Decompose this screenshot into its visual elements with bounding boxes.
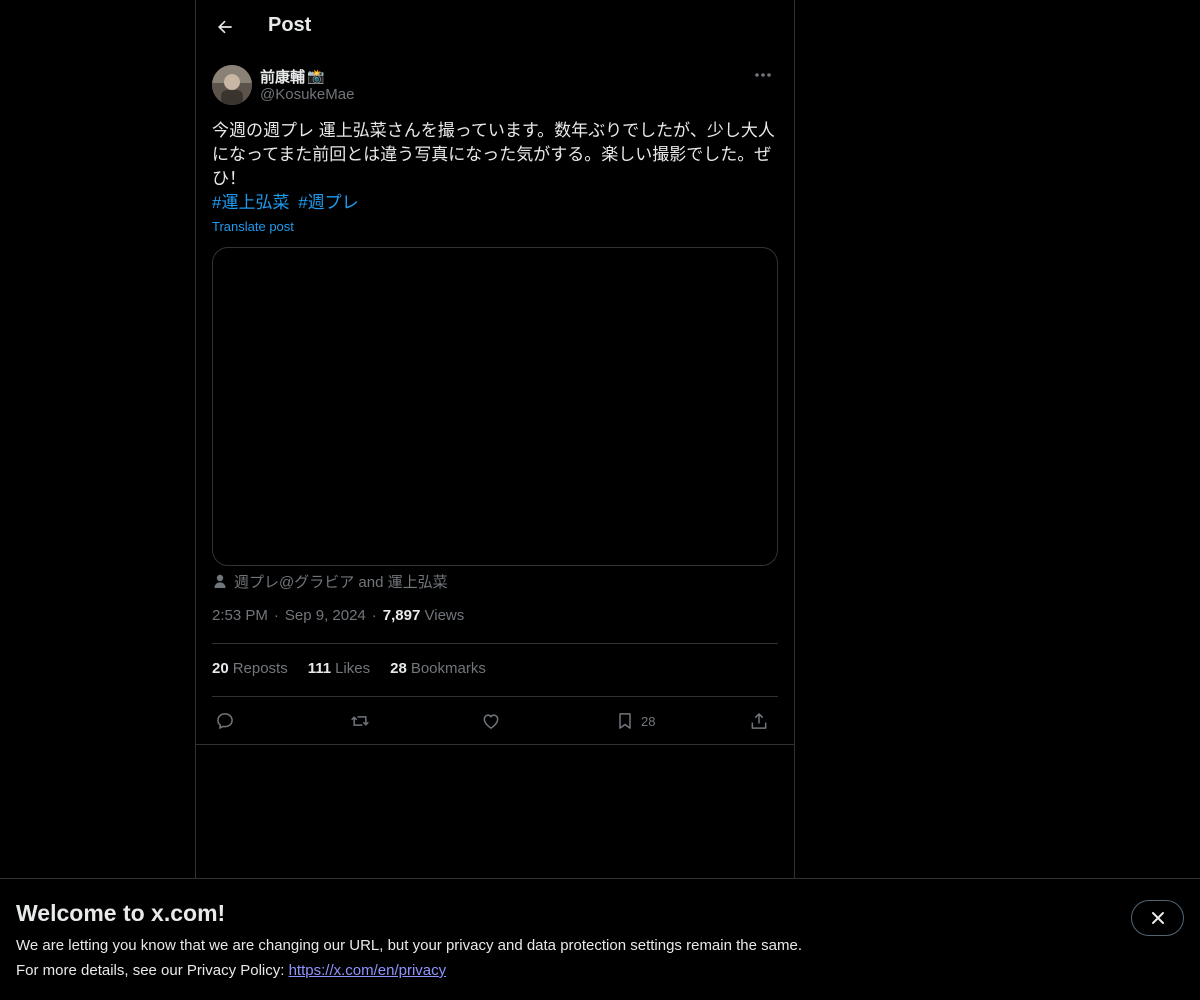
page-title: Post [268, 14, 312, 36]
banner-title: Welcome to x.com! [16, 900, 226, 926]
camera-emoji: 📸 [307, 68, 325, 84]
arrow-left-icon [218, 20, 232, 34]
back-button[interactable] [210, 12, 240, 42]
bookmark-button[interactable]: 28 [615, 706, 655, 736]
banner-privacy-text: For more details, see our Privacy Policy… [16, 962, 289, 979]
tagged-users[interactable]: 週プレ@グラビア and 運上弘菜 [212, 571, 448, 591]
post-media[interactable] [212, 247, 778, 566]
bookmarks-stat[interactable]: 28 Bookmarks [390, 660, 486, 677]
avatar-image [212, 65, 252, 105]
bookmarks-label: Bookmarks [410, 660, 486, 677]
like-icon [483, 714, 499, 729]
reply-icon [217, 713, 233, 729]
meta-separator: · [273, 607, 279, 624]
post-actions: 28 [212, 706, 778, 736]
close-icon [1151, 912, 1164, 924]
banner-message: We are letting you know that we are chan… [16, 937, 802, 954]
share-button[interactable] [749, 706, 769, 736]
meta-separator: · [371, 607, 377, 624]
likes-label: Likes [335, 660, 371, 677]
post-hashtags: #運上弘菜 #週プレ [212, 191, 363, 215]
more-options-button[interactable] [748, 64, 778, 86]
repost-icon [351, 716, 369, 726]
avatar[interactable] [212, 65, 252, 105]
welcome-banner: Welcome to x.com! We are letting you kno… [0, 878, 1200, 1000]
privacy-policy-link[interactable]: https://x.com/en/privacy [289, 962, 447, 979]
column-divider [196, 744, 794, 745]
main-column: Post 前康輔 📸 @KosukeMae 今週の週プレ 運上弘菜さんを撮ってい… [195, 0, 795, 880]
bookmark-count: 28 [641, 713, 656, 729]
author-handle[interactable]: @KosukeMae [260, 86, 354, 103]
more-icon [755, 73, 771, 77]
views-count: 7,897 [382, 607, 421, 624]
post-metadata: 2:53 PM · Sep 9, 2024 · 7,897 Views [212, 607, 464, 624]
translate-post-link[interactable]: Translate post [212, 219, 294, 234]
reply-button[interactable] [215, 706, 235, 736]
views-label: Views [424, 607, 465, 624]
top-bar: Post [196, 0, 794, 54]
reposts-count: 20 [212, 660, 229, 677]
person-icon [214, 574, 226, 588]
banner-privacy-line: For more details, see our Privacy Policy… [16, 962, 446, 979]
hashtag-link[interactable]: #運上弘菜 [212, 193, 289, 212]
repost-button[interactable] [349, 706, 371, 736]
like-button[interactable] [481, 706, 501, 736]
post-time[interactable]: 2:53 PM [212, 607, 268, 624]
bookmarks-count: 28 [390, 660, 407, 677]
tagged-users-text: 週プレ@グラビア and 運上弘菜 [234, 573, 448, 591]
likes-count: 111 [307, 660, 332, 677]
reposts-label: Reposts [232, 660, 288, 677]
post-stats: 20 Reposts 111 Likes 28 Bookmarks [212, 660, 486, 677]
share-icon [751, 713, 767, 729]
divider [212, 643, 778, 644]
bookmark-icon [619, 713, 631, 729]
reposts-stat[interactable]: 20 Reposts [212, 660, 288, 677]
likes-stat[interactable]: 111 Likes [308, 660, 370, 677]
author-display-name[interactable]: 前康輔 📸 [260, 66, 324, 87]
divider [212, 696, 778, 697]
post-date[interactable]: Sep 9, 2024 [285, 607, 366, 624]
hashtag-link[interactable]: #週プレ [298, 193, 358, 212]
author-name-text: 前康輔 [260, 69, 306, 86]
post-author: 前康輔 📸 @KosukeMae [212, 64, 778, 108]
post-text: 今週の週プレ 運上弘菜さんを撮っています。数年ぶりでしたが、少し大人になってまた… [212, 121, 775, 188]
close-banner-button[interactable] [1131, 900, 1184, 936]
